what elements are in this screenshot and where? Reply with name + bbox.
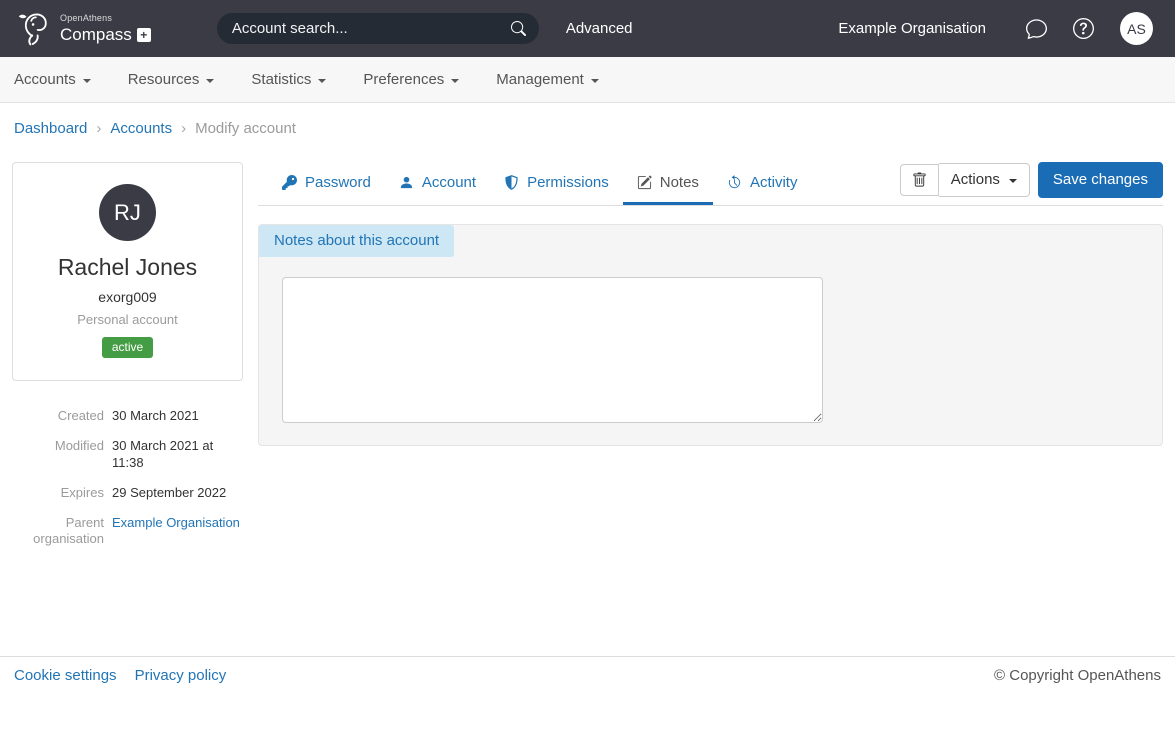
cookie-settings-link[interactable]: Cookie settings: [14, 667, 117, 684]
key-icon: [282, 175, 297, 190]
detail-parent-organisation: Parent organisation Example Organisation: [12, 515, 243, 549]
openathens-owl-icon: [14, 8, 54, 50]
search-icon: [511, 21, 526, 36]
breadcrumb-accounts[interactable]: Accounts: [110, 120, 172, 137]
actions-dropdown-button[interactable]: Actions: [939, 163, 1030, 197]
avatar: RJ: [99, 184, 156, 241]
nav-preferences[interactable]: Preferences: [363, 71, 459, 88]
feedback-button[interactable]: [1026, 18, 1047, 39]
toolbar: Actions Save changes: [900, 162, 1163, 205]
tab-notes[interactable]: Notes: [623, 163, 713, 204]
privacy-policy-link[interactable]: Privacy policy: [135, 667, 227, 684]
chevron-down-icon: [206, 79, 214, 83]
page-footer: Cookie settings Privacy policy © Copyrig…: [0, 656, 1175, 694]
detail-label: Modified: [12, 438, 104, 472]
notes-panel-label: Notes about this account: [259, 225, 454, 257]
person-icon: [399, 175, 414, 190]
history-icon: [727, 175, 742, 190]
nav-resources[interactable]: Resources: [128, 71, 215, 88]
tab-permissions[interactable]: Permissions: [490, 163, 623, 204]
top-bar: OpenAthens Compass + Advanced Example Or…: [0, 0, 1175, 57]
chevron-down-icon: [451, 79, 459, 83]
organisation-name: Example Organisation: [838, 20, 986, 37]
main-menu-bar: Accounts Resources Statistics Preference…: [0, 57, 1175, 103]
account-search-input[interactable]: [230, 19, 511, 38]
tab-activity[interactable]: Activity: [713, 163, 812, 204]
pencil-square-icon: [637, 175, 652, 190]
detail-created: Created 30 March 2021: [12, 408, 243, 425]
save-changes-button[interactable]: Save changes: [1038, 162, 1163, 198]
search-button[interactable]: [511, 21, 526, 36]
brand-openathens: OpenAthens: [60, 14, 151, 23]
question-circle-icon: [1073, 18, 1094, 39]
breadcrumb-separator: ›: [96, 120, 101, 137]
openathens-compass-logo[interactable]: OpenAthens Compass +: [14, 8, 151, 50]
tab-account[interactable]: Account: [385, 163, 490, 204]
copyright-text: © Copyright OpenAthens: [994, 667, 1161, 684]
profile-username: exorg009: [21, 289, 234, 305]
chevron-down-icon: [591, 79, 599, 83]
chevron-down-icon: [318, 79, 326, 83]
breadcrumb-current: Modify account: [195, 120, 296, 137]
tab-strip: Password Account Permissions: [268, 163, 811, 204]
breadcrumb-separator: ›: [181, 120, 186, 137]
notes-panel: Notes about this account: [258, 224, 1163, 446]
detail-expires: Expires 29 September 2022: [12, 485, 243, 502]
detail-value: 30 March 2021 at 11:38: [112, 438, 243, 472]
detail-modified: Modified 30 March 2021 at 11:38: [12, 438, 243, 472]
tab-header: Password Account Permissions: [258, 162, 1163, 206]
nav-statistics[interactable]: Statistics: [251, 71, 326, 88]
shield-icon: [504, 175, 519, 190]
account-search-box[interactable]: [217, 13, 539, 44]
breadcrumb: Dashboard › Accounts › Modify account: [0, 103, 1175, 150]
tab-password[interactable]: Password: [268, 163, 385, 204]
user-avatar[interactable]: AS: [1120, 12, 1153, 45]
profile-account-type: Personal account: [21, 312, 234, 327]
detail-value: 29 September 2022: [112, 485, 226, 502]
detail-label: Parent organisation: [12, 515, 104, 549]
status-badge: active: [102, 337, 153, 358]
brand-compass: Compass: [60, 26, 132, 43]
chat-bubble-icon: [1026, 18, 1047, 39]
account-details: Created 30 March 2021 Modified 30 March …: [12, 408, 243, 548]
notes-textarea[interactable]: [282, 277, 823, 423]
profile-name: Rachel Jones: [21, 254, 234, 281]
detail-label: Created: [12, 408, 104, 425]
detail-label: Expires: [12, 485, 104, 502]
help-button[interactable]: [1073, 18, 1094, 39]
delete-button[interactable]: [900, 164, 939, 196]
profile-card: RJ Rachel Jones exorg009 Personal accoun…: [12, 162, 243, 381]
advanced-search-link[interactable]: Advanced: [566, 20, 633, 37]
chevron-down-icon: [1009, 179, 1017, 183]
nav-accounts[interactable]: Accounts: [14, 71, 91, 88]
parent-organisation-link[interactable]: Example Organisation: [112, 515, 240, 530]
nav-management[interactable]: Management: [496, 71, 599, 88]
chevron-down-icon: [83, 79, 91, 83]
plus-badge-icon: +: [137, 28, 151, 42]
trash-icon: [912, 172, 927, 188]
detail-value: 30 March 2021: [112, 408, 199, 425]
breadcrumb-dashboard[interactable]: Dashboard: [14, 120, 87, 137]
